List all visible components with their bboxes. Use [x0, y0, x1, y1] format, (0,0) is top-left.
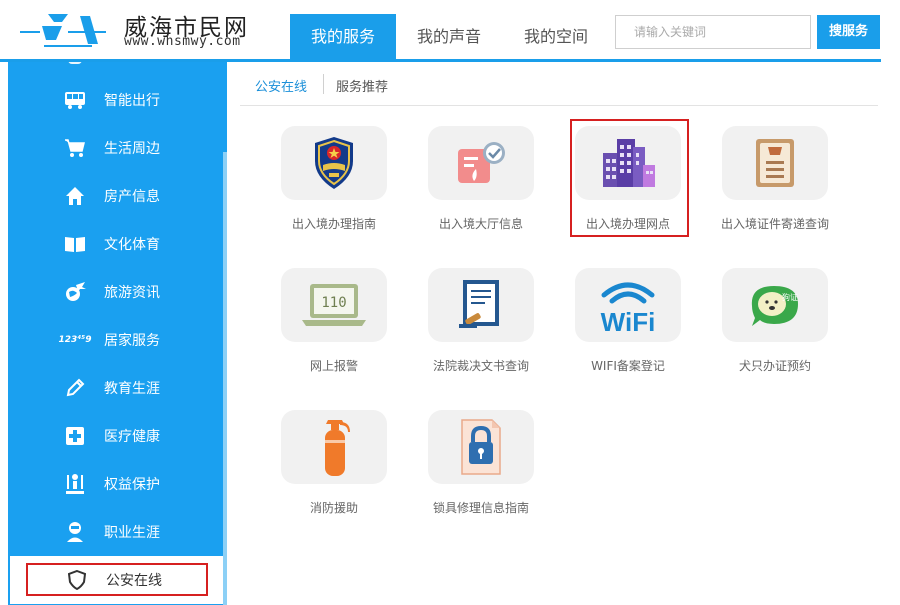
search-input[interactable]: 请输入关键词: [615, 15, 811, 49]
sidebar: 智能出行 生活周边 房产信息 文化体育 旅游资讯 123⁴⁵9 居家服务 教育生…: [8, 62, 227, 605]
sidebar-item-life-nearby[interactable]: 生活周边: [8, 124, 227, 172]
service-tile: [281, 126, 387, 200]
service-label: WIFI备案登记: [591, 359, 665, 373]
bus-icon: [64, 89, 86, 111]
main-content: 公安在线 服务推荐 出入境办理指南 出入境大厅信息 出入境办理网点 出入境证件寄…: [240, 62, 880, 605]
sidebar-item-label: 医疗健康: [104, 429, 160, 445]
service-label: 出入境办理指南: [291, 217, 376, 231]
hall-info-icon: [458, 142, 505, 183]
tab-my-voice[interactable]: 我的声音: [402, 14, 496, 59]
wifi-icon: WiFi: [601, 282, 656, 335]
sidebar-item-label: 文化体育: [104, 237, 160, 253]
search-button[interactable]: 搜服务: [817, 15, 880, 49]
dog-license-icon: 狗证: [751, 286, 798, 326]
subtab-recommended[interactable]: 服务推荐: [336, 76, 388, 95]
sidebar-item-career[interactable]: 职业生涯: [8, 508, 227, 556]
service-tile: [722, 126, 828, 200]
service-label: 出入境大厅信息: [438, 217, 523, 231]
tab-my-space[interactable]: 我的空间: [506, 14, 606, 59]
service-label: 网上报警: [309, 359, 358, 373]
sidebar-item-label: 教育生涯: [104, 381, 160, 397]
sidebar-item-label: 居家服务: [104, 333, 160, 349]
service-tile: 110: [281, 268, 387, 342]
sidebar-item-label: 智能出行: [104, 93, 160, 109]
certificate-icon: [756, 139, 794, 187]
main-nav: 我的服务 我的声音 我的空间: [290, 14, 606, 59]
sidebar-item-medical[interactable]: 医疗健康: [8, 412, 227, 460]
sidebar-item-housing[interactable]: 房产信息: [8, 172, 227, 220]
service-card-exit-entry-hall[interactable]: 出入境大厅信息: [428, 126, 536, 236]
service-card-online-alarm[interactable]: 110 网上报警: [281, 268, 389, 378]
lock-document-icon: [461, 419, 501, 475]
sidebar-item-label: 房产信息: [104, 189, 160, 205]
laptop-110-icon: 110: [302, 284, 366, 326]
book-icon: [64, 233, 86, 255]
service-card-fire-rescue[interactable]: 消防援助: [281, 410, 389, 520]
cart-icon: [64, 137, 86, 159]
service-card-wifi-registration[interactable]: WiFi WIFI备案登记: [575, 268, 683, 378]
service-tile: [428, 410, 534, 484]
sidebar-item-tourism[interactable]: 旅游资讯: [8, 268, 227, 316]
worker-icon: [64, 521, 86, 543]
site-url: www.whsmwy.com: [124, 34, 241, 49]
highlight-frame-sidebar: [26, 563, 208, 596]
service-card-lock-repair[interactable]: 锁具修理信息指南: [428, 410, 536, 520]
medical-cross-icon: [64, 425, 86, 447]
sidebar-item-home-services[interactable]: 123⁴⁵9 居家服务: [8, 316, 227, 364]
wifi-text: WiFi: [601, 307, 656, 335]
service-card-dog-license[interactable]: 狗证 犬只办证预约: [722, 268, 830, 378]
pencil-icon: [64, 377, 86, 399]
service-label: 犬只办证预约: [738, 359, 811, 373]
sidebar-item-label: 旅游资讯: [104, 285, 160, 301]
service-label: 消防援助: [309, 501, 358, 515]
service-card-court-documents[interactable]: 法院裁决文书查询: [428, 268, 536, 378]
fire-extinguisher-icon: [325, 420, 350, 476]
service-tile: [281, 410, 387, 484]
site-logo[interactable]: 威海市民网 www.whsmwy.com: [18, 6, 288, 50]
service-card-exit-entry-guide[interactable]: 出入境办理指南: [281, 126, 389, 236]
sidebar-scrollbar[interactable]: [223, 152, 227, 605]
sidebar-item-label: 权益保护: [104, 477, 160, 493]
logo-mark-icon: [20, 14, 106, 47]
sidebar-item-rights[interactable]: 权益保护: [8, 460, 227, 508]
travel-globe-icon: [64, 281, 86, 303]
court-document-icon: [459, 280, 499, 328]
service-tile: [428, 268, 534, 342]
rights-icon: [64, 473, 86, 495]
subtab-police-online[interactable]: 公安在线: [255, 76, 307, 95]
alarm-number: 110: [321, 295, 346, 311]
sidebar-item-smart-travel[interactable]: 智能出行: [8, 76, 227, 124]
police-emblem-icon: [315, 137, 353, 189]
tab-my-services[interactable]: 我的服务: [290, 14, 396, 59]
home-icon: [64, 185, 86, 207]
subtab-divider: [323, 74, 324, 94]
service-label: 锁具修理信息指南: [432, 501, 529, 515]
sidebar-top-partial-item: [68, 62, 82, 64]
dog-license-text: 狗证: [782, 292, 798, 302]
service-card-certificate-mail[interactable]: 出入境证件寄递查询: [721, 126, 830, 236]
sidebar-item-education[interactable]: 教育生涯: [8, 364, 227, 412]
service-label: 法院裁决文书查询: [432, 359, 529, 373]
sidebar-item-label: 职业生涯: [104, 525, 160, 541]
service-label: 出入境证件寄递查询: [720, 217, 829, 231]
service-tile: WiFi: [575, 268, 681, 342]
highlight-frame-service: [570, 119, 689, 237]
sub-tabs: 公安在线 服务推荐: [240, 62, 878, 106]
sidebar-item-culture-sports[interactable]: 文化体育: [8, 220, 227, 268]
numbers-icon: 123⁴⁵9: [58, 335, 92, 345]
service-tile: [428, 126, 534, 200]
service-tile: 狗证: [722, 268, 828, 342]
sidebar-item-label: 生活周边: [104, 141, 160, 157]
